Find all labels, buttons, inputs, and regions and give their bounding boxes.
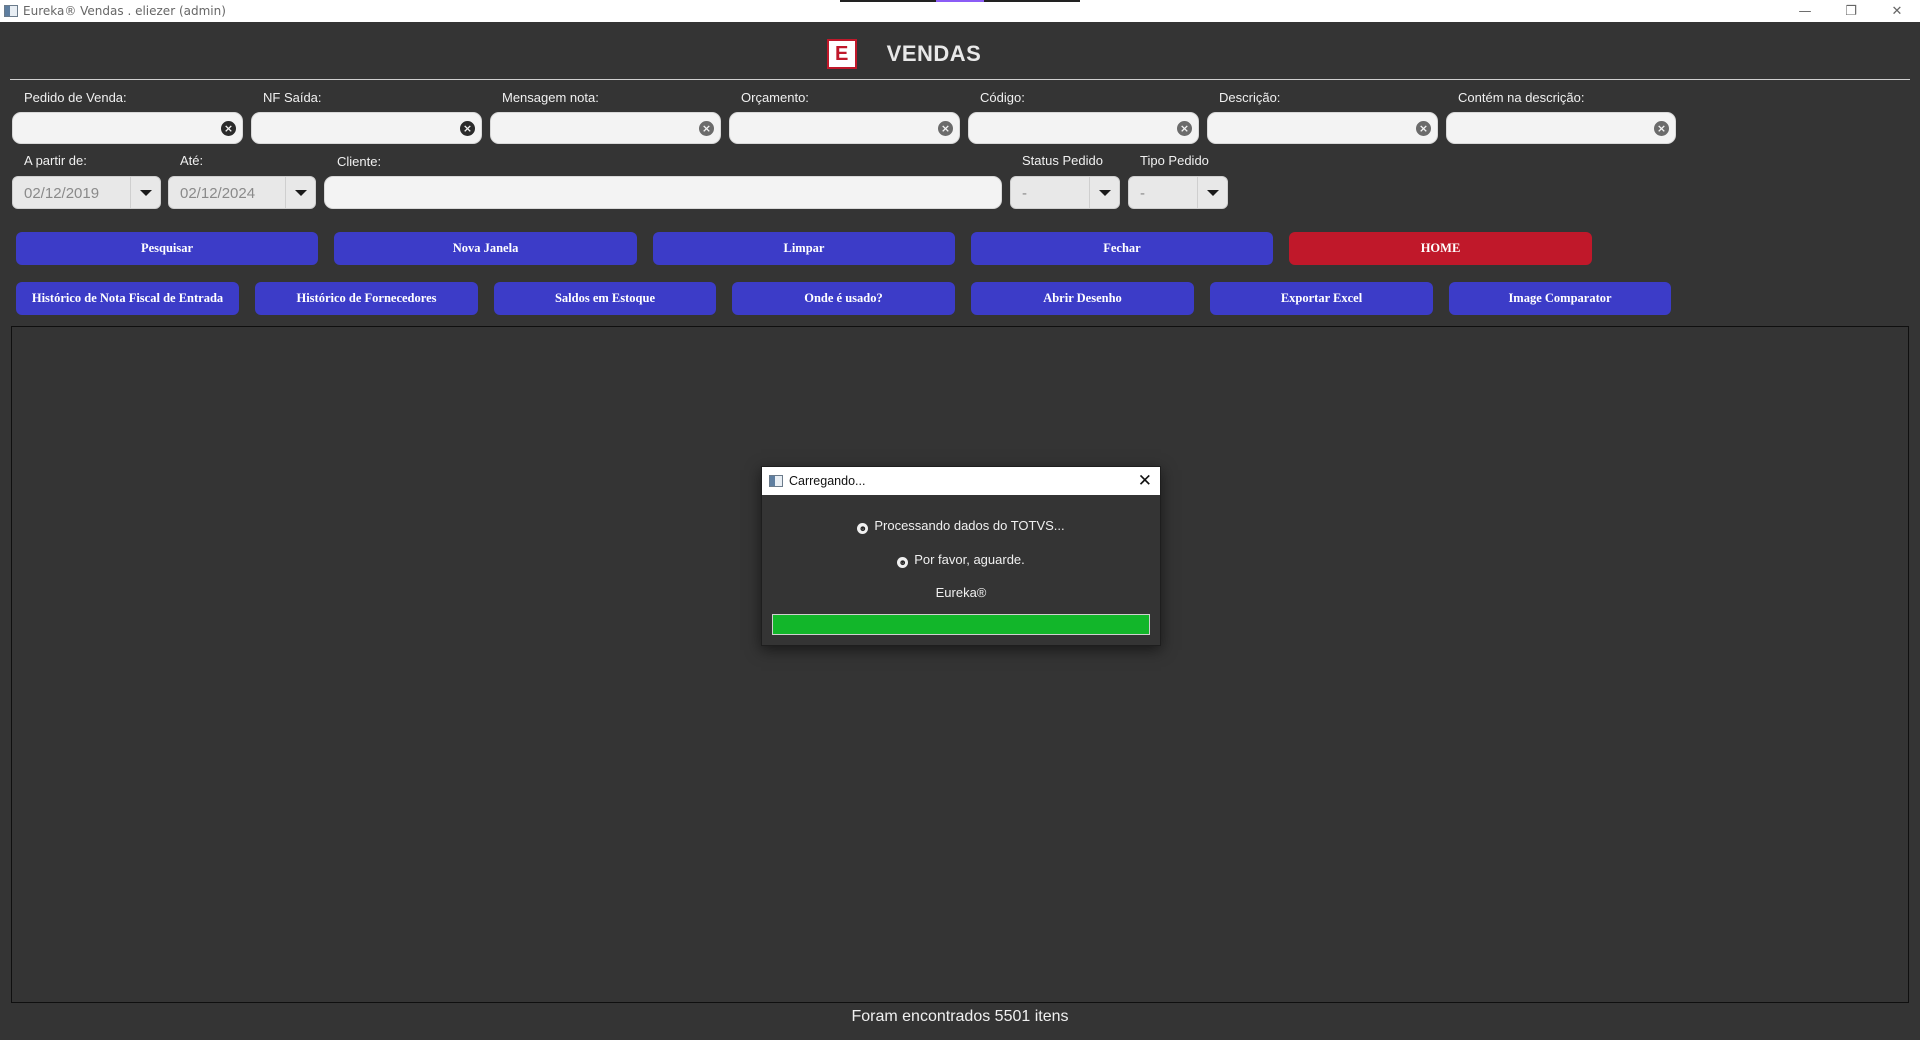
contem-descricao-input[interactable]: ×: [1446, 112, 1676, 144]
face-icon: ☻: [897, 557, 909, 568]
historico-nf-entrada-button[interactable]: Histórico de Nota Fiscal de Entrada: [16, 282, 239, 315]
tipo-pedido-value: -: [1140, 185, 1145, 202]
orcamento-label: Orçamento:: [741, 90, 809, 105]
dialog-message-1: Processando dados do TOTVS...: [874, 518, 1065, 533]
dialog-brand: Eureka®: [935, 585, 987, 600]
minimize-icon[interactable]: —: [1782, 0, 1828, 22]
pedido-venda-label: Pedido de Venda:: [24, 90, 127, 105]
date-to-picker[interactable]: 02/12/2024: [168, 176, 316, 209]
clear-icon[interactable]: ×: [938, 121, 953, 136]
close-icon[interactable]: ✕: [1138, 471, 1152, 491]
progress-fill: [773, 615, 1149, 634]
codigo-input[interactable]: ×: [968, 112, 1199, 144]
close-icon[interactable]: ✕: [1874, 0, 1920, 22]
dialog-app-icon: [769, 475, 783, 487]
results-count: Foram encontrados 5501 itens: [851, 1008, 1069, 1025]
limpar-button[interactable]: Limpar: [653, 232, 955, 265]
mensagem-nota-label: Mensagem nota:: [502, 90, 599, 105]
app-logo: E: [826, 39, 857, 69]
app-icon: [4, 5, 18, 17]
dialog-line-2: ☻ Por favor, aguarde.: [762, 552, 1160, 568]
date-from-label: A partir de:: [24, 153, 87, 168]
tipo-pedido-select[interactable]: -: [1128, 176, 1228, 209]
results-table[interactable]: [11, 326, 1909, 1003]
clear-icon[interactable]: ×: [1416, 121, 1431, 136]
cliente-label: Cliente:: [337, 154, 382, 169]
image-comparator-button[interactable]: Image Comparator: [1449, 282, 1671, 315]
mensagem-nota-input[interactable]: ×: [490, 112, 721, 144]
codigo-label: Código:: [980, 90, 1025, 105]
clear-icon[interactable]: ×: [221, 121, 236, 136]
status-pedido-select[interactable]: -: [1010, 176, 1120, 209]
face-icon: ☻: [857, 523, 869, 534]
saldos-estoque-button[interactable]: Saldos em Estoque: [494, 282, 716, 315]
onde-usado-button[interactable]: Onde é usado?: [732, 282, 955, 315]
contem-descricao-label: Contém na descrição:: [1458, 90, 1585, 105]
nova-janela-button[interactable]: Nova Janela: [334, 232, 637, 265]
home-button[interactable]: HOME: [1289, 232, 1592, 265]
orcamento-input[interactable]: ×: [729, 112, 960, 144]
window-titlebar: Eureka® Vendas . eliezer (admin) — ❐ ✕: [0, 0, 1920, 22]
dialog-message-2: Por favor, aguarde.: [914, 552, 1025, 567]
dialog-title: Carregando...: [789, 474, 866, 488]
fechar-button[interactable]: Fechar: [971, 232, 1273, 265]
page-title: VENDAS: [886, 41, 982, 66]
date-to-label: Até:: [180, 153, 204, 168]
descricao-label: Descrição:: [1219, 90, 1281, 105]
pesquisar-button[interactable]: Pesquisar: [16, 232, 318, 265]
date-from-picker[interactable]: 02/12/2019: [12, 176, 161, 209]
cliente-input[interactable]: [324, 176, 1002, 209]
titlebar-accent: [840, 0, 1080, 2]
chevron-down-icon[interactable]: [1197, 177, 1227, 208]
pedido-venda-input[interactable]: ×: [12, 112, 243, 144]
date-from-value: 02/12/2019: [24, 185, 100, 202]
dialog-titlebar: Carregando... ✕: [762, 467, 1160, 495]
progress-bar: [772, 614, 1150, 635]
chevron-down-icon[interactable]: [1089, 177, 1119, 208]
clear-icon[interactable]: ×: [460, 121, 475, 136]
chevron-down-icon[interactable]: [130, 177, 160, 208]
tipo-pedido-label: Tipo Pedido: [1140, 153, 1209, 168]
nf-saida-label: NF Saída:: [263, 90, 322, 105]
window-title: Eureka® Vendas . eliezer (admin): [23, 4, 226, 18]
dialog-line-1: ☻ Processando dados do TOTVS...: [762, 518, 1160, 534]
window-controls: — ❐ ✕: [1782, 0, 1920, 22]
nf-saida-input[interactable]: ×: [251, 112, 482, 144]
abrir-desenho-button[interactable]: Abrir Desenho: [971, 282, 1194, 315]
page-header: E VENDAS: [0, 36, 1920, 72]
loading-dialog: Carregando... ✕ ☻ Processando dados do TO…: [761, 466, 1161, 646]
restore-icon[interactable]: ❐: [1828, 0, 1874, 22]
exportar-excel-button[interactable]: Exportar Excel: [1210, 282, 1433, 315]
clear-icon[interactable]: ×: [1654, 121, 1669, 136]
historico-fornecedores-button[interactable]: Histórico de Fornecedores: [255, 282, 478, 315]
status-pedido-label: Status Pedido: [1022, 153, 1103, 168]
descricao-input[interactable]: ×: [1207, 112, 1438, 144]
header-divider: [10, 79, 1910, 80]
date-to-value: 02/12/2024: [180, 185, 256, 202]
chevron-down-icon[interactable]: [285, 177, 315, 208]
status-pedido-value: -: [1022, 185, 1027, 202]
clear-icon[interactable]: ×: [699, 121, 714, 136]
clear-icon[interactable]: ×: [1177, 121, 1192, 136]
